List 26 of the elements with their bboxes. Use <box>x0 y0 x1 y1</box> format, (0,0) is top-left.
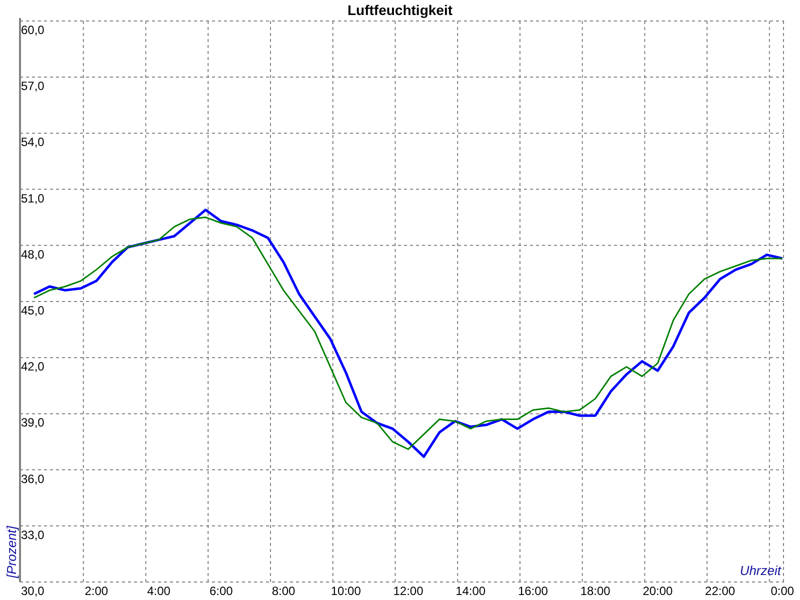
y-tick-label: 39,0 <box>21 416 44 430</box>
y-tick-label: 48,0 <box>21 247 44 262</box>
x-tick-label: 22:00 <box>705 584 736 598</box>
chart-title: Luftfeuchtigkeit <box>348 2 452 18</box>
x-tick-label: 4:00 <box>147 584 170 598</box>
x-tick-label: 8:00 <box>272 584 296 598</box>
y-tick-label: 60,0 <box>21 23 44 37</box>
y-axis-label: [Prozent] <box>4 526 19 578</box>
y-tick-label: 36,0 <box>21 472 44 486</box>
y-tick-label: 54,0 <box>21 135 44 150</box>
x-tick-label: 14:00 <box>456 584 486 598</box>
x-tick-label: 2:00 <box>84 584 108 598</box>
y-tick-label: 30,0 <box>21 584 44 598</box>
y-tick-label: 45,0 <box>21 304 44 318</box>
x-tick-label: 20:00 <box>642 584 673 598</box>
y-tick-label: 33,0 <box>21 528 44 542</box>
x-tick-label: 10:00 <box>330 584 361 598</box>
y-tick-label: 42,0 <box>21 360 44 374</box>
x-axis-label: Uhrzeit <box>740 563 781 578</box>
y-tick-label: 51,0 <box>21 191 44 206</box>
x-tick-label: 6:00 <box>209 584 233 598</box>
x-tick-label: 12:00 <box>393 584 424 598</box>
x-tick-label: 18:00 <box>580 584 610 598</box>
x-tick-label: 16:00 <box>518 584 548 598</box>
x-tick-label: 0:00 <box>770 584 794 598</box>
y-tick-label: 57,0 <box>21 79 44 94</box>
